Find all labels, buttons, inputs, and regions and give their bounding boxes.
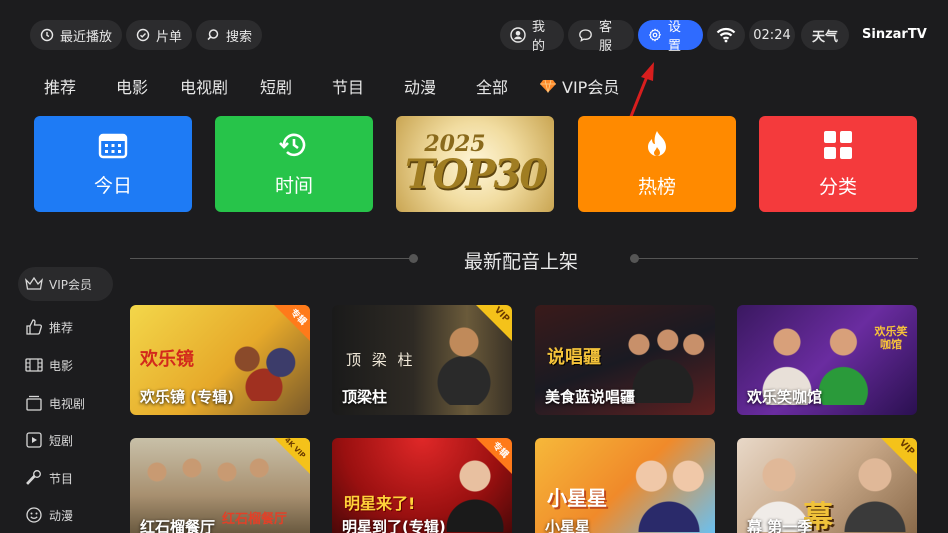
search-label: 搜索 [226, 29, 253, 45]
playlist-button[interactable]: 片单 [126, 20, 192, 50]
diamond-icon [540, 79, 556, 93]
sidebar-recommend-label: 推荐 [49, 320, 74, 335]
tab-tv-series[interactable]: 电视剧 [180, 74, 228, 98]
content-card[interactable]: 明星来了! 专辑 明星到了(专辑) [332, 438, 512, 533]
sidebar-item-tv-series[interactable]: 电视剧 [18, 386, 113, 420]
card-title: 美食蓝说唱疆 [545, 388, 636, 406]
playlist-label: 片单 [156, 29, 183, 45]
check-circle-icon [136, 28, 150, 42]
brand-name: SinzarTV [862, 27, 927, 42]
card-poster-art: 欢乐笑咖馆 [874, 325, 908, 351]
smiley-icon [25, 506, 43, 524]
section-divider-right [635, 258, 918, 259]
tab-vip-label: VIP会员 [562, 78, 620, 97]
tab-short-drama[interactable]: 短剧 [260, 74, 292, 98]
card-title: 小星星 [545, 518, 591, 533]
content-card[interactable]: 小星星 小星星 [535, 438, 715, 533]
tab-recommend[interactable]: 推荐 [44, 74, 76, 98]
film-icon [25, 357, 43, 373]
sidebar-item-movies[interactable]: 电影 [18, 348, 113, 382]
mine-label: 我的 [532, 20, 546, 54]
card-poster-art: 小星星 [547, 486, 607, 510]
tab-movies[interactable]: 电影 [116, 74, 148, 98]
top30-tile[interactable]: 2025 TOP30 [396, 116, 554, 212]
card-poster-art: 说唱疆 [547, 347, 601, 368]
card-title: 明星到了(专辑) [342, 518, 446, 533]
calendar-icon [98, 131, 128, 163]
chat-bubble-icon [578, 28, 593, 43]
wifi-icon [716, 27, 736, 43]
card-title: 红石榴餐厅 [140, 518, 216, 533]
thumbs-up-icon [25, 318, 43, 336]
content-card[interactable]: 红石榴餐厅 4K VIP 红石榴餐厅 [130, 438, 310, 533]
crown-icon [25, 277, 43, 291]
tab-vip[interactable]: VIP会员 [540, 74, 619, 98]
history-icon [279, 131, 309, 163]
category-label: 分类 [818, 175, 857, 198]
card-poster-art: 欢乐镜 [140, 349, 194, 370]
gear-icon [648, 28, 662, 42]
recent-play-label: 最近播放 [60, 29, 113, 45]
tab-anime[interactable]: 动漫 [404, 74, 436, 98]
settings-label: 设置 [668, 20, 682, 54]
card-title: 顶梁柱 [342, 388, 388, 406]
sidebar-short-drama-label: 短剧 [49, 433, 74, 448]
poster-figures [625, 446, 713, 532]
sidebar-shows-label: 节目 [49, 471, 74, 486]
sidebar-item-anime[interactable]: 动漫 [18, 498, 113, 532]
wifi-button[interactable] [707, 20, 745, 50]
recent-play-button[interactable]: 最近播放 [30, 20, 122, 50]
card-poster-art: 顶 梁 柱 [346, 351, 416, 369]
section-divider-dot-left [409, 254, 418, 263]
mine-button[interactable]: 我的 [500, 20, 564, 54]
section-divider-left [130, 258, 414, 259]
service-button[interactable]: 客服 [568, 20, 634, 54]
clock-display: 02:24 [749, 20, 795, 50]
search-button[interactable]: 搜索 [196, 20, 262, 50]
hot-list-tile[interactable]: 热榜 [578, 116, 736, 212]
tab-shows[interactable]: 节目 [332, 74, 364, 98]
time-text: 02:24 [753, 27, 791, 43]
card-poster-art: 红石榴餐厅 [222, 512, 288, 527]
content-card[interactable]: 幕 VIP 幕 第一季 [737, 438, 917, 533]
section-title: 最新配音上架 [464, 251, 579, 273]
sidebar-item-shows[interactable]: 节目 [18, 461, 113, 495]
content-card[interactable]: 欢乐笑咖馆 欢乐笑咖馆 [737, 305, 917, 415]
search-icon [206, 28, 220, 42]
content-card[interactable]: 顶 梁 柱 VIP 顶梁柱 [332, 305, 512, 415]
sidebar-item-vip[interactable]: VIP会员 [18, 267, 113, 301]
time-tile[interactable]: 时间 [215, 116, 373, 212]
sidebar-tv-label: 电视剧 [49, 396, 86, 411]
weather-button[interactable]: 天气 [801, 20, 849, 50]
settings-button[interactable]: 设置 [638, 20, 703, 54]
card-title: 欢乐镜 (专辑) [140, 388, 234, 406]
today-tile[interactable]: 今日 [34, 116, 192, 212]
card-title: 欢乐笑咖馆 [747, 388, 823, 406]
flame-icon [644, 130, 670, 164]
tv-icon [25, 395, 43, 411]
sidebar-item-recommend[interactable]: 推荐 [18, 310, 113, 344]
sidebar-movies-label: 电影 [49, 358, 74, 373]
card-title: 幕 第一季 [747, 518, 813, 533]
hot-list-label: 热榜 [637, 175, 676, 198]
microphone-icon [25, 469, 43, 487]
category-tile[interactable]: 分类 [759, 116, 917, 212]
card-poster-art: 明星来了! [344, 494, 416, 513]
tab-all[interactable]: 全部 [476, 74, 508, 98]
today-label: 今日 [93, 174, 132, 197]
sidebar-anime-label: 动漫 [49, 508, 74, 523]
weather-label: 天气 [811, 29, 838, 45]
grid-icon [823, 130, 853, 164]
top30-text: TOP30 [404, 151, 547, 198]
clock-icon [40, 28, 54, 42]
play-box-icon [25, 431, 43, 449]
user-icon [510, 27, 526, 43]
sidebar-item-short-drama[interactable]: 短剧 [18, 423, 113, 457]
content-card[interactable]: 说唱疆 美食蓝说唱疆 [535, 305, 715, 415]
time-label: 时间 [274, 174, 313, 197]
content-card[interactable]: 欢乐镜 专辑 欢乐镜 (专辑) [130, 305, 310, 415]
service-label: 客服 [599, 20, 613, 54]
sidebar-vip-label: VIP会员 [49, 277, 92, 292]
poster-figures [222, 331, 306, 401]
